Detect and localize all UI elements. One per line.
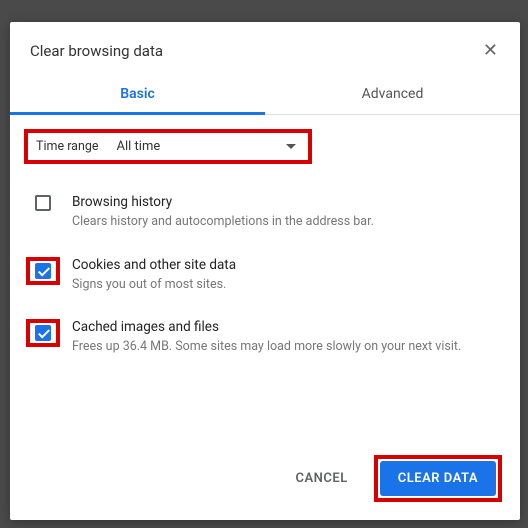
clear-button-highlight: CLEAR DATA <box>374 455 502 502</box>
dialog-footer: CANCEL CLEAR DATA <box>10 439 520 520</box>
option-text: Cookies and other site data Signs you ou… <box>72 257 504 294</box>
checkbox[interactable] <box>35 325 51 341</box>
checkbox-wrap <box>26 257 60 285</box>
chevron-down-icon <box>286 144 296 149</box>
dialog-header: Clear browsing data ✕ <box>10 22 520 76</box>
tabs: Basic Advanced <box>10 76 520 115</box>
checkbox-wrap <box>26 194 60 211</box>
tab-basic[interactable]: Basic <box>10 76 265 114</box>
cancel-button[interactable]: CANCEL <box>283 463 359 494</box>
time-range-label: Time range <box>36 139 99 154</box>
dialog-title: Clear browsing data <box>30 42 163 60</box>
option-title: Cookies and other site data <box>72 257 504 273</box>
checkbox[interactable] <box>35 263 51 279</box>
clear-data-button[interactable]: CLEAR DATA <box>380 461 496 496</box>
checkbox[interactable] <box>35 195 51 211</box>
option-text: Cached images and files Frees up 36.4 MB… <box>72 319 504 356</box>
tab-advanced[interactable]: Advanced <box>265 76 520 114</box>
time-range-value: All time <box>117 139 161 154</box>
option-cached[interactable]: Cached images and files Frees up 36.4 MB… <box>24 311 506 364</box>
option-title: Browsing history <box>72 194 504 210</box>
clear-browsing-data-dialog: Clear browsing data ✕ Basic Advanced Tim… <box>10 22 520 520</box>
time-range-row[interactable]: Time range All time <box>24 129 312 164</box>
option-text: Browsing history Clears history and auto… <box>72 194 504 231</box>
option-browsing-history[interactable]: Browsing history Clears history and auto… <box>24 186 506 239</box>
option-title: Cached images and files <box>72 319 504 335</box>
option-desc: Clears history and autocompletions in th… <box>72 213 504 231</box>
dialog-body: Time range All time Browsing history Cle… <box>10 115 520 439</box>
option-desc: Signs you out of most sites. <box>72 276 504 294</box>
close-icon[interactable]: ✕ <box>481 40 500 62</box>
checkbox-wrap <box>26 319 60 347</box>
options-list: Browsing history Clears history and auto… <box>24 186 506 364</box>
option-cookies[interactable]: Cookies and other site data Signs you ou… <box>24 249 506 302</box>
time-range-select[interactable]: All time <box>117 139 300 154</box>
option-desc: Frees up 36.4 MB. Some sites may load mo… <box>72 338 504 356</box>
